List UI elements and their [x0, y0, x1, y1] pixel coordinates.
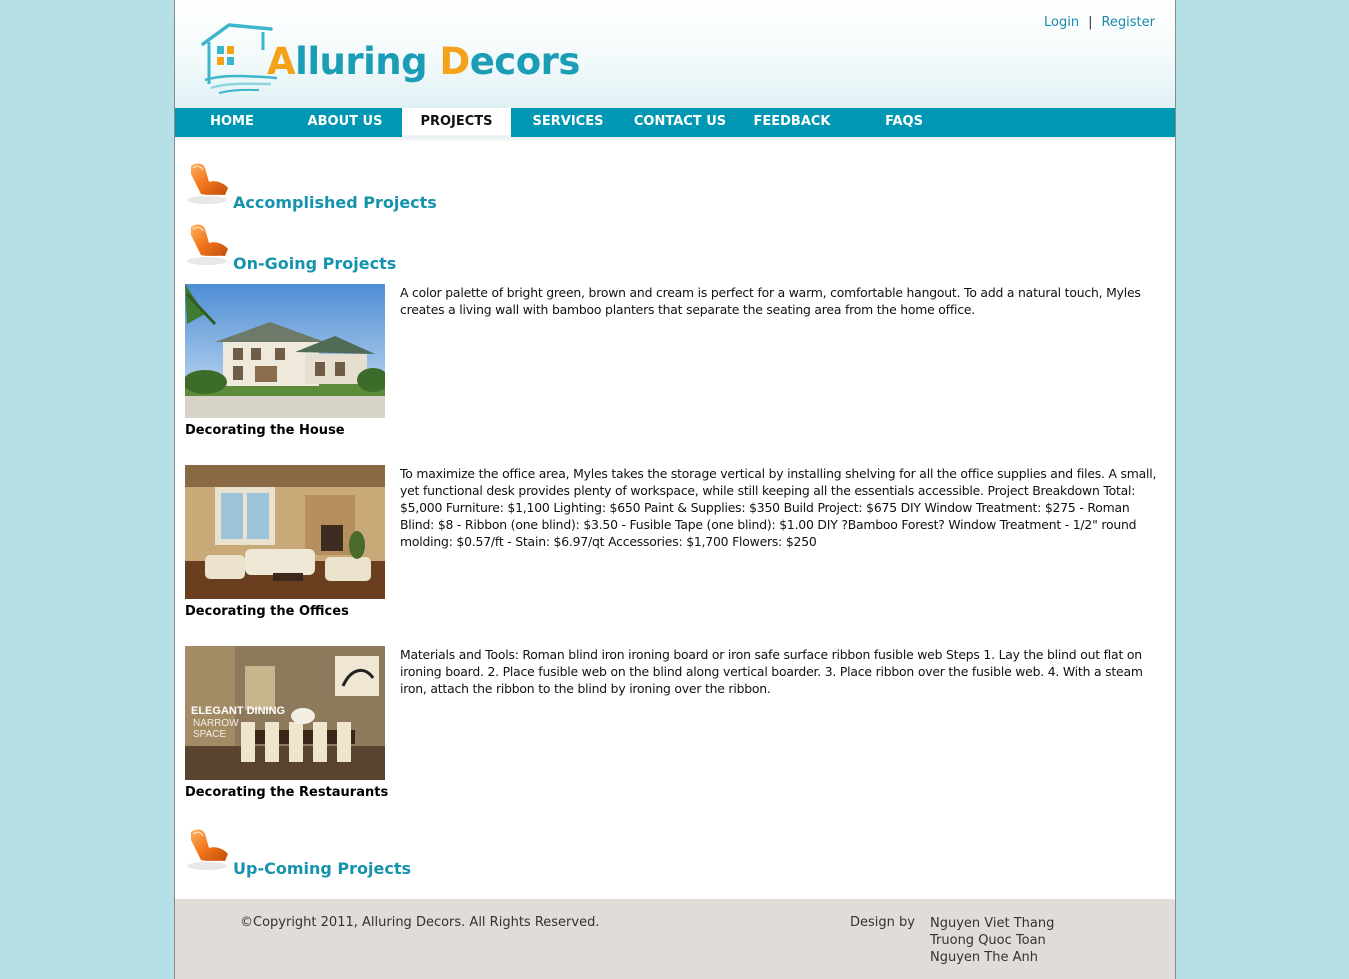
designers-list: Nguyen Viet Thang Truong Quoc Toan Nguye… — [930, 915, 1054, 966]
project-caption[interactable]: Decorating the Offices — [185, 604, 349, 619]
orange-bullet-icon — [187, 163, 228, 204]
footer: ©Copyright 2011, Alluring Decors. All Ri… — [175, 899, 1175, 979]
section-upcoming: Up-Coming Projects — [185, 826, 585, 878]
nav-item-faqs[interactable]: FAQS — [848, 108, 960, 137]
login-link[interactable]: Login — [1044, 15, 1079, 30]
copyright-text: ©Copyright 2011, Alluring Decors. All Ri… — [240, 915, 600, 930]
office-photo[interactable] — [185, 465, 385, 599]
section-ongoing: On-Going Projects — [185, 221, 585, 273]
section-title-accomplished[interactable]: Accomplished Projects — [233, 193, 437, 212]
nav-shadow — [175, 137, 1175, 142]
project-description: Materials and Tools: Roman blind iron ir… — [400, 647, 1143, 696]
orange-bullet-icon — [187, 224, 228, 265]
project-description: To maximize the office area, Myles takes… — [400, 466, 1157, 549]
nav-item-services[interactable]: SERVICES — [512, 108, 624, 137]
restaurant-photo[interactable]: ELEGANT DINING NARROW SPACE — [185, 646, 385, 780]
nav-item-contact-us[interactable]: CONTACT US — [624, 108, 736, 137]
nav-item-projects[interactable]: PROJECTS — [402, 108, 511, 138]
account-links: Login | Register — [1044, 15, 1155, 30]
photo-overlay-line-3: SPACE — [193, 729, 226, 740]
section-accomplished: Accomplished Projects — [185, 160, 585, 212]
photo-overlay-line-1: ELEGANT DINING — [191, 705, 285, 717]
link-separator: | — [1088, 15, 1093, 30]
designer-name: Nguyen The Anh — [930, 950, 1038, 965]
project-item: ELEGANT DINING NARROW SPACE Decorating t… — [185, 646, 1165, 806]
logo-word-rest-1: lluring — [295, 40, 440, 83]
nav-item-feedback[interactable]: FEEDBACK — [736, 108, 848, 137]
photo-overlay-line-2: NARROW — [193, 718, 239, 729]
project-item: Decorating the House A color palette of … — [185, 284, 1165, 444]
project-caption[interactable]: Decorating the Restaurants — [185, 785, 388, 800]
project-description: A color palette of bright green, brown a… — [400, 285, 1141, 317]
designer-name: Nguyen Viet Thang — [930, 916, 1055, 931]
designer-name: Truong Quoc Toan — [930, 933, 1046, 948]
section-title-ongoing[interactable]: On-Going Projects — [233, 254, 396, 273]
logo-word-rest-2: ecors — [469, 40, 581, 83]
logo-letter-d: D — [439, 40, 470, 83]
site-logo-text[interactable]: Alluring Decors — [267, 40, 580, 83]
nav-item-about-us[interactable]: ABOUT US — [289, 108, 401, 137]
project-caption[interactable]: Decorating the House — [185, 423, 345, 438]
logo-letter-a: A — [267, 40, 296, 83]
page-container: Alluring Decors Login | Register HOME ABOU… — [174, 0, 1176, 979]
nav-item-home[interactable]: HOME — [175, 108, 289, 137]
project-item: Decorating the Offices To maximize the o… — [185, 465, 1165, 625]
register-link[interactable]: Register — [1101, 15, 1155, 30]
house-photo[interactable] — [185, 284, 385, 418]
design-by-label: Design by — [850, 915, 915, 930]
header: Alluring Decors Login | Register — [175, 0, 1175, 108]
main-nav: HOME ABOUT US PROJECTS SERVICES CONTACT … — [175, 108, 1175, 138]
section-title-upcoming[interactable]: Up-Coming Projects — [233, 859, 411, 878]
orange-bullet-icon — [187, 829, 228, 870]
